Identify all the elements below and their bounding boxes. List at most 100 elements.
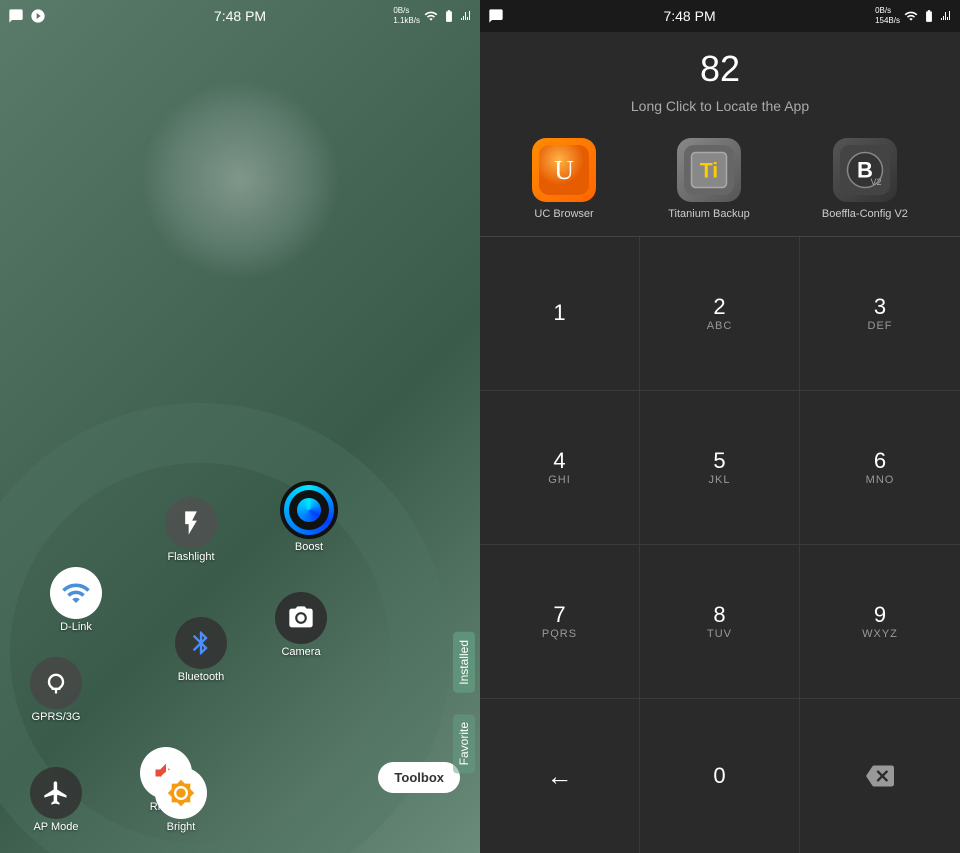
menu-item-apmode[interactable]: AP Mode — [30, 767, 82, 833]
numpad-letters-3: DEF — [868, 320, 893, 332]
numpad-key-back[interactable]: ← — [480, 699, 640, 853]
menu-item-boost[interactable]: Boost — [280, 481, 338, 553]
numpad-key-7[interactable]: 7 PQRS — [480, 545, 640, 699]
numpad-key-3[interactable]: 3 DEF — [800, 237, 960, 391]
numpad-key-2[interactable]: 2 ABC — [640, 237, 800, 391]
app-item-uc-browser[interactable]: U UC Browser — [532, 138, 596, 220]
boost-label: Boost — [295, 541, 323, 553]
search-number: 82 — [480, 32, 960, 98]
boost-inner — [289, 490, 329, 530]
numpad-key-6[interactable]: 6 MNO — [800, 391, 960, 545]
numpad-key-delete[interactable] — [800, 699, 960, 853]
menu-item-camera[interactable]: Camera — [275, 592, 327, 658]
numpad-digit-0: 0 — [713, 765, 725, 787]
apmode-icon-bg — [30, 767, 82, 819]
numpad-digit-5: 5 — [713, 450, 725, 472]
numpad-back-icon: ← — [547, 763, 573, 789]
status-icons-right — [488, 8, 504, 24]
numpad-digit-9: 9 — [874, 604, 886, 626]
status-bar-left: 7:48 PM 0B/s 1.1kB/s — [0, 0, 480, 32]
flashlight-label: Flashlight — [167, 551, 214, 563]
app-item-titanium-backup[interactable]: Ti Titanium Backup — [668, 138, 750, 220]
camera-icon — [287, 604, 315, 632]
gprs-icon-bg — [30, 657, 82, 709]
left-panel: 7:48 PM 0B/s 1.1kB/s D-Lin — [0, 0, 480, 853]
flashlight-icon-bg — [165, 497, 217, 549]
numpad-key-8[interactable]: 8 TUV — [640, 545, 800, 699]
menu-item-flashlight[interactable]: Flashlight — [165, 497, 217, 563]
boost-icon-bg — [280, 481, 338, 539]
numpad-key-5[interactable]: 5 JKL — [640, 391, 800, 545]
svg-text:Ti: Ti — [700, 160, 718, 183]
boeffla-svg: B V2 — [840, 145, 890, 195]
status-icons-left — [8, 8, 46, 24]
app-item-boeffla-config[interactable]: B V2 Boeffla-Config V2 — [822, 138, 908, 220]
bluetooth-label: Bluetooth — [178, 671, 224, 683]
tab-favorite[interactable]: Favorite — [453, 714, 475, 773]
numpad-key-0[interactable]: 0 — [640, 699, 800, 853]
numpad-key-9[interactable]: 9 WXYZ — [800, 545, 960, 699]
brightness-icon — [167, 779, 195, 807]
gprs-icon — [42, 669, 70, 697]
numpad-digit-7: 7 — [553, 604, 565, 626]
boeffla-config-icon: B V2 — [833, 138, 897, 202]
signal-icon-right — [904, 9, 918, 23]
uc-browser-label: UC Browser — [534, 208, 593, 220]
bluetooth-icon — [187, 629, 215, 657]
numpad-key-4[interactable]: 4 GHI — [480, 391, 640, 545]
dlink-label: D-Link — [60, 621, 92, 633]
bars-icon-right — [940, 9, 952, 23]
status-right-left: 0B/s 1.1kB/s — [393, 6, 472, 25]
message-icon-right — [488, 8, 504, 24]
numpad-digit-6: 6 — [874, 450, 886, 472]
bright-label: Bright — [167, 821, 196, 833]
gprs-label: GPRS/3G — [32, 711, 81, 723]
numpad-digit-4: 4 — [553, 450, 565, 472]
bars-icon-left — [460, 9, 472, 23]
titanium-backup-label: Titanium Backup — [668, 208, 750, 220]
right-panel: 7:48 PM 0B/s 154B/s 82 Long Click to Loc… — [480, 0, 960, 853]
uc-browser-icon: U — [532, 138, 596, 202]
menu-item-bright[interactable]: Bright — [155, 767, 207, 833]
wifi-status-icon-right — [922, 9, 936, 23]
numpad-digit-3: 3 — [874, 296, 886, 318]
whatsapp-icon — [30, 8, 46, 24]
background-orb — [140, 80, 340, 280]
menu-item-gprs[interactable]: GPRS/3G — [30, 657, 82, 723]
titanium-svg: Ti — [684, 145, 734, 195]
boeffla-config-label: Boeffla-Config V2 — [822, 208, 908, 220]
camera-label: Camera — [281, 646, 320, 658]
delete-icon — [866, 762, 894, 790]
signal-icon-left — [424, 9, 438, 23]
uc-browser-svg: U — [539, 145, 589, 195]
numpad-letters-8: TUV — [707, 628, 732, 640]
message-icon — [8, 8, 24, 24]
status-time-left: 7:48 PM — [214, 8, 266, 24]
camera-icon-bg — [275, 592, 327, 644]
bright-icon-bg — [155, 767, 207, 819]
menu-item-bluetooth[interactable]: Bluetooth — [175, 617, 227, 683]
status-bar-right: 7:48 PM 0B/s 154B/s — [480, 0, 960, 32]
numpad-letters-5: JKL — [709, 474, 731, 486]
app-icons-area: U UC Browser Ti Titanium Backup — [480, 130, 960, 237]
numpad-letters-9: WXYZ — [862, 628, 898, 640]
tab-installed[interactable]: Installed — [453, 632, 475, 693]
numpad-letters-4: GHI — [548, 474, 571, 486]
titanium-backup-icon: Ti — [677, 138, 741, 202]
numpad: 1 2 ABC 3 DEF 4 GHI 5 JKL 6 MNO 7 PQRS — [480, 237, 960, 853]
menu-item-dlink[interactable]: D-Link — [50, 567, 102, 633]
toolbox-button[interactable]: Toolbox — [378, 762, 460, 793]
numpad-key-1[interactable]: 1 — [480, 237, 640, 391]
search-hint: Long Click to Locate the App — [480, 98, 960, 130]
svg-text:V2: V2 — [870, 177, 881, 187]
dlink-icon-bg — [50, 567, 102, 619]
net-speed-right: 0B/s 154B/s — [875, 6, 900, 25]
status-time-right: 7:48 PM — [663, 8, 715, 24]
airplane-icon — [42, 779, 70, 807]
svg-text:U: U — [554, 154, 574, 185]
status-right-right: 0B/s 154B/s — [875, 6, 952, 25]
numpad-digit-2: 2 — [713, 296, 725, 318]
numpad-digit-8: 8 — [713, 604, 725, 626]
flashlight-icon — [177, 509, 205, 537]
numpad-letters-2: ABC — [707, 320, 733, 332]
